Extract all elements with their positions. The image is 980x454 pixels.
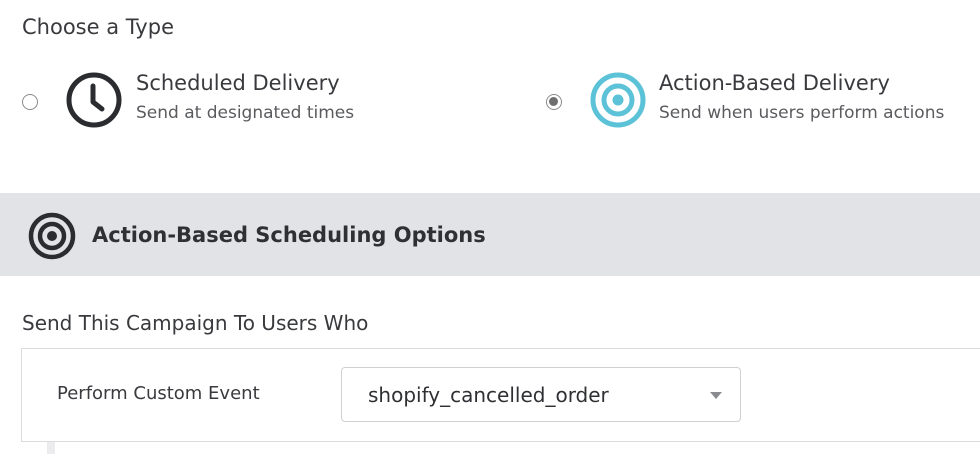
send-to-heading: Send This Campaign To Users Who [22,311,369,335]
panel-divider [47,442,55,454]
scheduled-delivery-title[interactable]: Scheduled Delivery [136,70,340,96]
chevron-down-icon [710,392,722,399]
choose-type-heading: Choose a Type [22,15,174,39]
target-icon[interactable] [590,72,646,128]
custom-event-select-value: shopify_cancelled_order [368,383,609,407]
action-based-delivery-radio[interactable] [546,94,562,110]
action-based-delivery-title[interactable]: Action-Based Delivery [659,70,890,96]
scheduled-delivery-radio[interactable] [22,94,38,110]
scheduled-delivery-description: Send at designated times [136,103,355,123]
action-based-delivery-description: Send when users perform actions [659,103,945,123]
choose-type-page: Choose a Type Scheduled Delivery Send at… [0,0,980,454]
scheduling-options-title: Action-Based Scheduling Options [92,223,486,247]
trigger-label: Perform Custom Event [57,383,260,404]
target-icon [28,212,76,260]
custom-event-select[interactable]: shopify_cancelled_order [341,367,741,422]
clock-icon[interactable] [66,72,122,128]
